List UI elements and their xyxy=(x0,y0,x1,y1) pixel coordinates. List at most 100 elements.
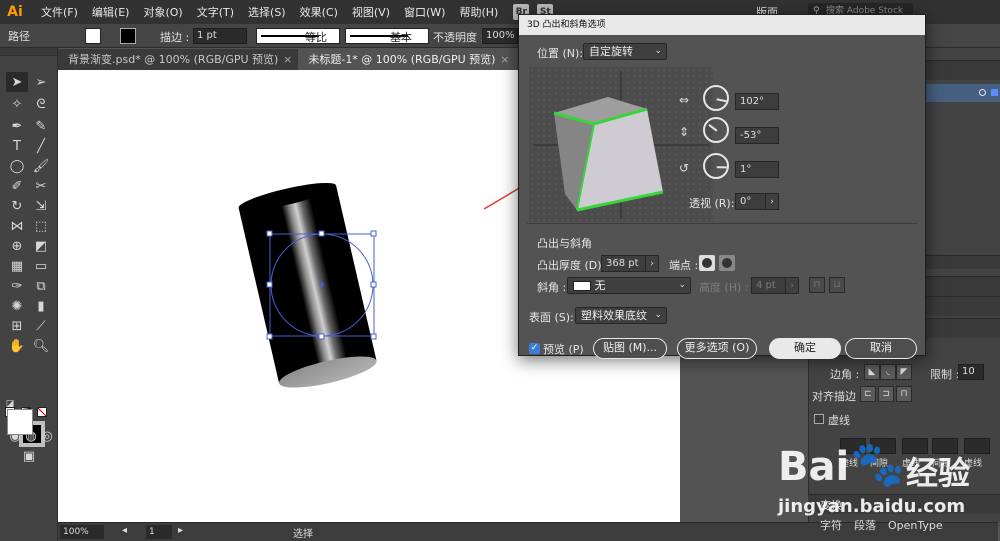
width-tool-icon[interactable]: ⋈ xyxy=(6,216,28,236)
direct-selection-tool-icon[interactable]: ➢ xyxy=(30,72,52,92)
tab-opentype[interactable]: OpenType xyxy=(888,519,943,532)
round-join-icon[interactable]: ◟ xyxy=(880,364,896,380)
miter-join-icon[interactable]: ◣ xyxy=(864,364,880,380)
handle-top-right[interactable] xyxy=(370,230,377,237)
pen-tool-icon[interactable]: ✒ xyxy=(6,116,28,136)
dashed-line-checkbox[interactable] xyxy=(814,414,824,424)
cap-on-button[interactable] xyxy=(699,255,715,271)
zoom-tool-icon[interactable]: 🔍︎ xyxy=(30,336,52,356)
menu-help[interactable]: 帮助(H) xyxy=(452,4,505,20)
map-art-button[interactable]: 贴图 (M)... xyxy=(593,338,667,359)
screen-mode-icon[interactable]: ▣ xyxy=(18,446,40,466)
stroke-swatch[interactable] xyxy=(120,28,136,44)
track-cube-preview[interactable] xyxy=(529,67,713,222)
tab-character[interactable]: 字符 xyxy=(820,517,842,533)
color-mode-none-icon[interactable] xyxy=(36,406,48,418)
preview-checkbox[interactable]: ✓ xyxy=(529,343,540,354)
gradient-tool-icon[interactable]: ▭ xyxy=(30,256,52,276)
free-transform-icon[interactable]: ⬚ xyxy=(30,216,52,236)
align-outside-icon[interactable]: ⊓ xyxy=(896,386,912,402)
paintbrush-icon[interactable]: 🖌 xyxy=(30,156,52,176)
stroke-weight-field[interactable]: 1 pt xyxy=(193,28,247,44)
perspective-grid-icon[interactable]: ▦ xyxy=(6,256,28,276)
next-artboard-icon[interactable]: ▸ xyxy=(178,525,183,536)
fill-color-box[interactable] xyxy=(7,409,33,435)
close-icon[interactable]: × xyxy=(500,49,509,70)
handle-bottom-left[interactable] xyxy=(266,333,273,340)
handle-top-center[interactable] xyxy=(318,230,325,237)
surface-select[interactable]: 塑料效果底纹 ⌄ xyxy=(575,307,667,324)
draw-inside-icon[interactable]: ◎ xyxy=(36,426,58,446)
page-field[interactable]: 1 xyxy=(146,525,172,539)
rotate-y-dial[interactable] xyxy=(703,117,729,143)
ellipse-tool-icon[interactable]: ◯ xyxy=(6,156,28,176)
slice-tool-icon[interactable]: ⟋ xyxy=(30,316,52,336)
curvature-tool-icon[interactable]: ✎ xyxy=(30,116,52,136)
prev-artboard-icon[interactable]: ◂ xyxy=(122,525,127,536)
rotate-z-field[interactable]: 1° xyxy=(735,161,779,178)
rotate-tool-icon[interactable]: ↻ xyxy=(6,196,28,216)
close-icon[interactable]: × xyxy=(283,49,292,70)
bevel-select[interactable]: 无 ⌄ xyxy=(567,277,691,294)
menu-window[interactable]: 窗口(W) xyxy=(397,4,452,20)
menu-file[interactable]: 文件(F) xyxy=(34,4,85,20)
handle-bottom-center[interactable] xyxy=(318,333,325,340)
cylinder-body[interactable] xyxy=(238,185,377,384)
limit-field[interactable]: 10 xyxy=(958,364,984,380)
ok-button[interactable]: 确定 xyxy=(769,338,841,359)
cancel-button[interactable]: 取消 xyxy=(845,338,917,359)
menu-edit[interactable]: 编辑(E) xyxy=(85,4,137,20)
cap-off-button[interactable] xyxy=(719,255,735,271)
rotate-z-dial[interactable] xyxy=(703,153,729,179)
tab-paragraph[interactable]: 段落 xyxy=(854,517,876,533)
handle-mid-left[interactable] xyxy=(266,281,273,288)
bevel-extent-in-icon[interactable]: ⊓ xyxy=(809,277,825,293)
menu-view[interactable]: 视图(V) xyxy=(345,4,397,20)
rotate-x-field[interactable]: 102° xyxy=(735,93,779,110)
perspective-stepper[interactable]: › xyxy=(765,193,779,210)
menu-object[interactable]: 对象(O) xyxy=(136,4,189,20)
perspective-field[interactable]: 0° xyxy=(735,193,769,210)
shaper-tool-icon[interactable]: ✐ xyxy=(6,176,28,196)
tab-document-2[interactable]: 未标题-1* @ 100% (RGB/GPU 预览) × xyxy=(298,49,516,70)
target-icon[interactable] xyxy=(979,89,986,96)
variable-width-profile[interactable] xyxy=(256,28,340,44)
line-tool-icon[interactable]: ╱ xyxy=(30,136,52,156)
graph-tool-icon[interactable]: ▮ xyxy=(30,296,52,316)
tab-document-1[interactable]: 背景渐变.psd* @ 100% (RGB/GPU 预览) × xyxy=(58,49,299,70)
menu-effect[interactable]: 效果(C) xyxy=(293,4,345,20)
type-tool-icon[interactable]: T xyxy=(6,136,28,156)
scissors-icon[interactable]: ✂ xyxy=(30,176,52,196)
symbol-sprayer-icon[interactable]: ✺ xyxy=(6,296,28,316)
handle-top-left[interactable] xyxy=(266,230,273,237)
handle-bottom-right[interactable] xyxy=(370,333,377,340)
live-paint-icon[interactable]: ◩ xyxy=(30,236,52,256)
scale-tool-icon[interactable]: ⇲ xyxy=(30,196,52,216)
extrude-depth-field[interactable]: 368 pt xyxy=(601,255,647,272)
lasso-icon[interactable]: ᘓ xyxy=(30,94,52,114)
rotate-y-field[interactable]: -53° xyxy=(735,127,779,144)
menu-select[interactable]: 选择(S) xyxy=(241,4,293,20)
shape-builder-icon[interactable]: ⊕ xyxy=(6,236,28,256)
selection-tool-icon[interactable]: ➤ xyxy=(6,72,28,92)
align-inside-icon[interactable]: ⊐ xyxy=(878,386,894,402)
artboard-tool-icon[interactable]: ⊞ xyxy=(6,316,28,336)
bevel-join-icon[interactable]: ◤ xyxy=(896,364,912,380)
height-stepper[interactable]: › xyxy=(785,277,799,294)
height-field[interactable]: 4 pt xyxy=(751,277,787,294)
brush-definition[interactable] xyxy=(345,28,429,44)
position-select[interactable]: 自定旋转 ⌄ xyxy=(583,43,667,60)
dialog-title[interactable]: 3D 凸出和斜角选项 xyxy=(519,15,925,35)
opacity-field[interactable]: 100% xyxy=(482,28,518,44)
zoom-field[interactable]: 100% xyxy=(60,525,104,539)
tools-grip[interactable] xyxy=(0,48,57,56)
menu-type[interactable]: 文字(T) xyxy=(190,4,241,20)
hand-tool-icon[interactable]: ✋ xyxy=(6,336,28,356)
magic-wand-icon[interactable]: ✧ xyxy=(6,94,28,114)
extrude-depth-stepper[interactable]: › xyxy=(645,255,659,272)
bevel-extent-out-icon[interactable]: ⊔ xyxy=(829,277,845,293)
align-center-icon[interactable]: ⊏ xyxy=(860,386,876,402)
handle-mid-right[interactable] xyxy=(370,281,377,288)
more-options-button[interactable]: 更多选项 (O) xyxy=(677,338,757,359)
rotate-x-dial[interactable] xyxy=(703,85,729,111)
